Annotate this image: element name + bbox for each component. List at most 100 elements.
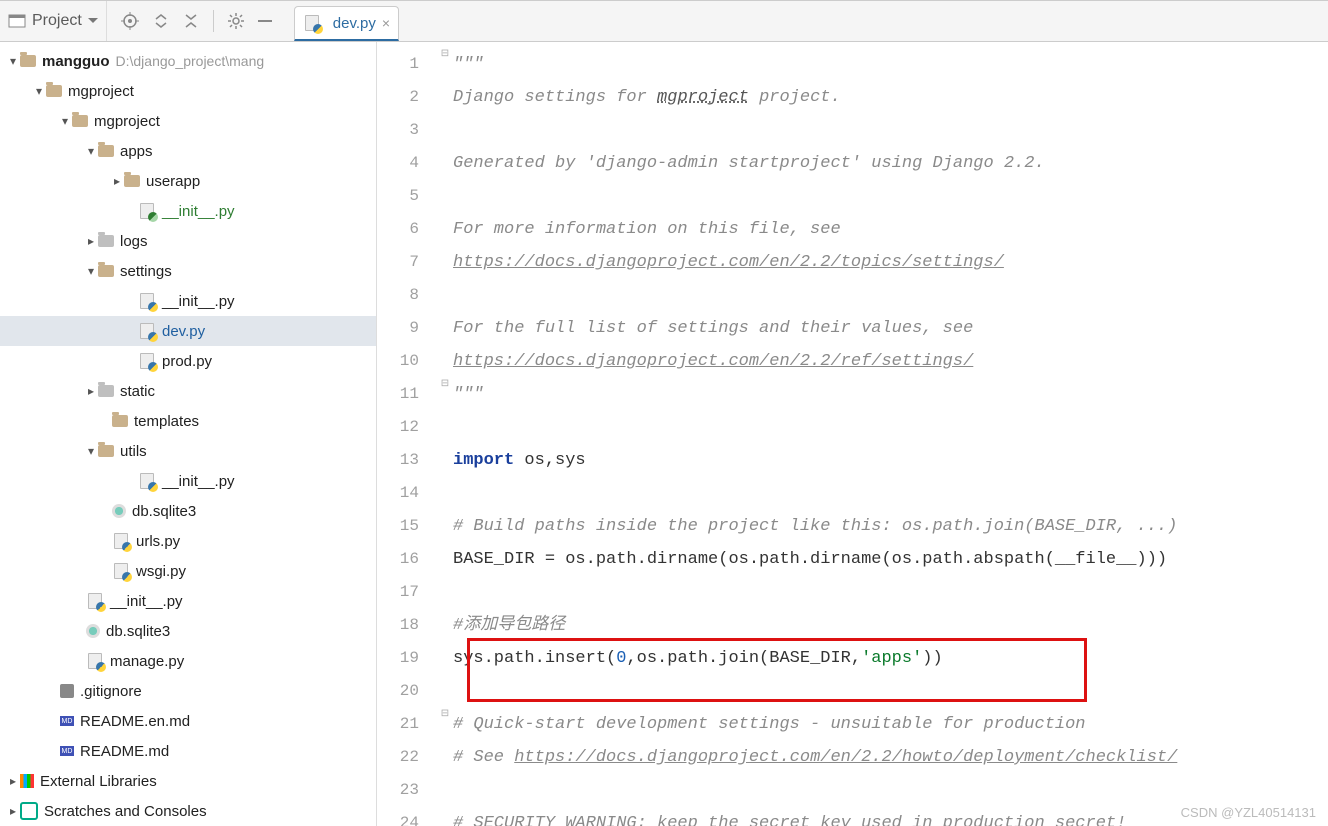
python-file-icon <box>86 592 104 610</box>
main-split: ▾ mangguo D:\django_project\mang ▾ mgpro… <box>0 42 1328 826</box>
line-number: 24 <box>377 807 437 826</box>
editor-tabs: dev.py × <box>286 1 399 41</box>
expand-all-icon[interactable] <box>153 13 169 29</box>
chevron-right-icon[interactable]: ▸ <box>6 774 20 788</box>
tree-item-prod-py[interactable]: · prod.py <box>0 346 376 376</box>
tree-node-label: Scratches and Consoles <box>44 803 207 820</box>
tree-node-label: userapp <box>146 173 200 190</box>
chevron-down-icon[interactable]: ▾ <box>84 264 98 278</box>
code-text: # See <box>453 748 514 767</box>
tree-item-settings[interactable]: ▾ settings <box>0 256 376 286</box>
folder-icon <box>124 175 140 187</box>
tree-item-settings-init[interactable]: · __init__.py <box>0 286 376 316</box>
tree-node-label: db.sqlite3 <box>106 623 170 640</box>
tree-item-utils[interactable]: ▾ utils <box>0 436 376 466</box>
tree-item-init-green[interactable]: · __init__.py <box>0 196 376 226</box>
tree-item-mgproject[interactable]: ▾ mgproject <box>0 76 376 106</box>
code-text: import <box>453 451 514 470</box>
library-icon <box>20 774 34 788</box>
tree-node-label: mangguo <box>42 53 110 70</box>
folder-icon <box>98 235 114 247</box>
gitignore-icon <box>60 684 74 698</box>
tree-item-readme-en[interactable]: · MD README.en.md <box>0 706 376 736</box>
code-text: For the full list of settings and their … <box>453 319 973 338</box>
python-file-icon <box>86 652 104 670</box>
tree-node-label: wsgi.py <box>136 563 186 580</box>
line-number: 13 <box>377 444 437 477</box>
chevron-down-icon[interactable]: ▾ <box>84 144 98 158</box>
chevron-right-icon[interactable]: ▸ <box>84 384 98 398</box>
project-tree: ▾ mangguo D:\django_project\mang ▾ mgpro… <box>0 42 376 826</box>
highlight-box <box>467 638 1087 702</box>
code-text: # Quick-start development settings - uns… <box>453 715 1086 734</box>
tree-item-readme[interactable]: · MD README.md <box>0 736 376 766</box>
project-tree-panel[interactable]: ▾ mangguo D:\django_project\mang ▾ mgpro… <box>0 42 377 826</box>
tree-item-gitignore[interactable]: · .gitignore <box>0 676 376 706</box>
line-number: 14 <box>377 477 437 510</box>
tree-item-external-libraries[interactable]: ▸ External Libraries <box>0 766 376 796</box>
code-text: https://docs.djangoproject.com/en/2.2/re… <box>453 352 973 371</box>
code-text: # SECURITY WARNING: keep the secret key … <box>453 814 1126 826</box>
tree-item-manage[interactable]: · manage.py <box>0 646 376 676</box>
tree-item-dev-py[interactable]: · dev.py <box>0 316 376 346</box>
collapse-all-icon[interactable] <box>183 13 199 29</box>
tab-dev-py[interactable]: dev.py × <box>294 6 399 41</box>
tree-item-mgproject-inner[interactable]: ▾ mgproject <box>0 106 376 136</box>
line-number-gutter: 1 2 3 4 5 6 7 8 9 10 11 12 13 14 15 16 1 <box>377 42 437 826</box>
line-number: 16 <box>377 543 437 576</box>
tree-item-scratches[interactable]: ▸ Scratches and Consoles <box>0 796 376 826</box>
chevron-down-icon[interactable]: ▾ <box>6 54 20 68</box>
chevron-down-icon[interactable]: ▾ <box>32 84 46 98</box>
project-selector[interactable]: Project <box>0 1 107 41</box>
tree-item-userapp[interactable]: ▸ userapp <box>0 166 376 196</box>
tree-root[interactable]: ▾ mangguo D:\django_project\mang <box>0 46 376 76</box>
tree-item-root-init[interactable]: · __init__.py <box>0 586 376 616</box>
fold-handle[interactable]: ⊟ <box>437 48 453 81</box>
minimize-icon[interactable] <box>258 14 272 28</box>
fold-handle[interactable]: ⊟ <box>437 708 453 741</box>
top-toolbar: Project dev.py × <box>0 1 1328 42</box>
tree-item-utils-init[interactable]: · __init__.py <box>0 466 376 496</box>
chevron-right-icon[interactable]: ▸ <box>6 804 20 818</box>
python-file-icon <box>112 532 130 550</box>
chevron-down-icon[interactable]: ▾ <box>84 444 98 458</box>
tree-item-logs[interactable]: ▸ logs <box>0 226 376 256</box>
tab-title: dev.py <box>333 15 376 32</box>
tree-item-apps[interactable]: ▾ apps <box>0 136 376 166</box>
fold-handle[interactable]: ⊟ <box>437 378 453 411</box>
line-number: 5 <box>377 180 437 213</box>
tree-item-static[interactable]: ▸ static <box>0 376 376 406</box>
code-text: #添加导包路径 <box>453 616 565 635</box>
tree-item-templates[interactable]: · templates <box>0 406 376 436</box>
gear-icon[interactable] <box>228 13 244 29</box>
tree-node-path: D:\django_project\mang <box>116 53 265 69</box>
tree-node-label: __init__.py <box>162 293 235 310</box>
line-number: 11 <box>377 378 437 411</box>
close-tab-icon[interactable]: × <box>382 16 390 30</box>
code-text: os,sys <box>514 451 585 470</box>
code-editor[interactable]: 1 2 3 4 5 6 7 8 9 10 11 12 13 14 15 16 1 <box>377 42 1328 826</box>
line-number: 10 <box>377 345 437 378</box>
line-number: 17 <box>377 576 437 609</box>
chevron-right-icon[interactable]: ▸ <box>84 234 98 248</box>
chevron-down-icon[interactable]: ▾ <box>58 114 72 128</box>
tree-item-db2[interactable]: · db.sqlite3 <box>0 616 376 646</box>
line-number: 18 <box>377 609 437 642</box>
code-content[interactable]: """ Django settings for mgproject projec… <box>453 42 1328 826</box>
database-icon <box>86 624 100 638</box>
code-text: BASE_DIR = os.path.dirname(os.path.dirna… <box>453 550 1167 569</box>
folder-icon <box>98 265 114 277</box>
chevron-right-icon[interactable]: ▸ <box>110 174 124 188</box>
tree-item-urls[interactable]: · urls.py <box>0 526 376 556</box>
chevron-down-icon <box>88 18 98 24</box>
tree-item-db1[interactable]: · db.sqlite3 <box>0 496 376 526</box>
database-icon <box>112 504 126 518</box>
toolbar-separator <box>213 10 214 32</box>
line-number: 9 <box>377 312 437 345</box>
target-icon[interactable] <box>121 12 139 30</box>
toolbar-icons-group <box>107 1 286 41</box>
python-file-icon <box>138 292 156 310</box>
tree-item-wsgi[interactable]: · wsgi.py <box>0 556 376 586</box>
tree-node-label: static <box>120 383 155 400</box>
line-number: 22 <box>377 741 437 774</box>
